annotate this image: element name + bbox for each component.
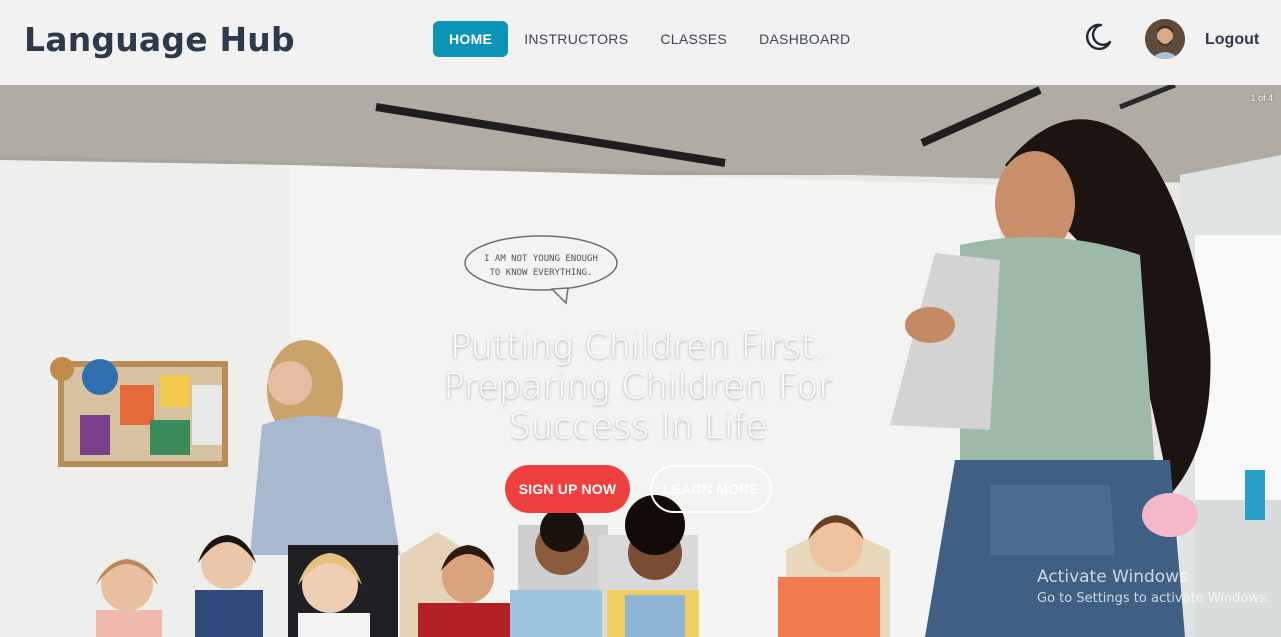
svg-text:TO KNOW EVERYTHING.: TO KNOW EVERYTHING. — [490, 268, 593, 278]
moon-icon[interactable] — [1083, 22, 1113, 52]
hero-headline-line1: Putting Children First. — [450, 327, 826, 367]
watermark-title: Activate Windows — [1037, 567, 1188, 587]
nav-home[interactable]: HOME — [433, 21, 509, 57]
hero-carousel: I AM NOT YOUNG ENOUGH TO KNOW EVERYTHING… — [0, 85, 1281, 637]
slide-counter: 1 of 4 — [1250, 93, 1273, 103]
sign-up-button[interactable]: SIGN UP NOW — [505, 465, 630, 513]
hero-headline-line2: Preparing Children For — [443, 367, 833, 407]
hero-headline: Putting Children First. Preparing Childr… — [400, 327, 876, 447]
learn-more-button[interactable]: LEARN MORE — [650, 465, 772, 513]
hero-headline-line3: Success In Life — [508, 407, 768, 447]
main-menu: HOME INSTRUCTORS CLASSES DASHBOARD — [433, 21, 866, 57]
watermark-subtitle: Go to Settings to activate Windows. — [1037, 591, 1270, 606]
nav-dashboard[interactable]: DASHBOARD — [743, 21, 866, 57]
nav-instructors[interactable]: INSTRUCTORS — [508, 21, 644, 57]
activate-windows-watermark: Activate Windows Go to Settings to activ… — [1037, 567, 1270, 606]
user-avatar[interactable] — [1145, 19, 1185, 59]
nav-classes[interactable]: CLASSES — [644, 21, 743, 57]
logout-link[interactable]: Logout — [1205, 31, 1259, 49]
svg-text:I AM NOT YOUNG ENOUGH: I AM NOT YOUNG ENOUGH — [484, 254, 598, 264]
brand-logo-text[interactable]: Language Hub — [24, 20, 295, 59]
navbar: Language Hub HOME INSTRUCTORS CLASSES DA… — [0, 0, 1281, 85]
